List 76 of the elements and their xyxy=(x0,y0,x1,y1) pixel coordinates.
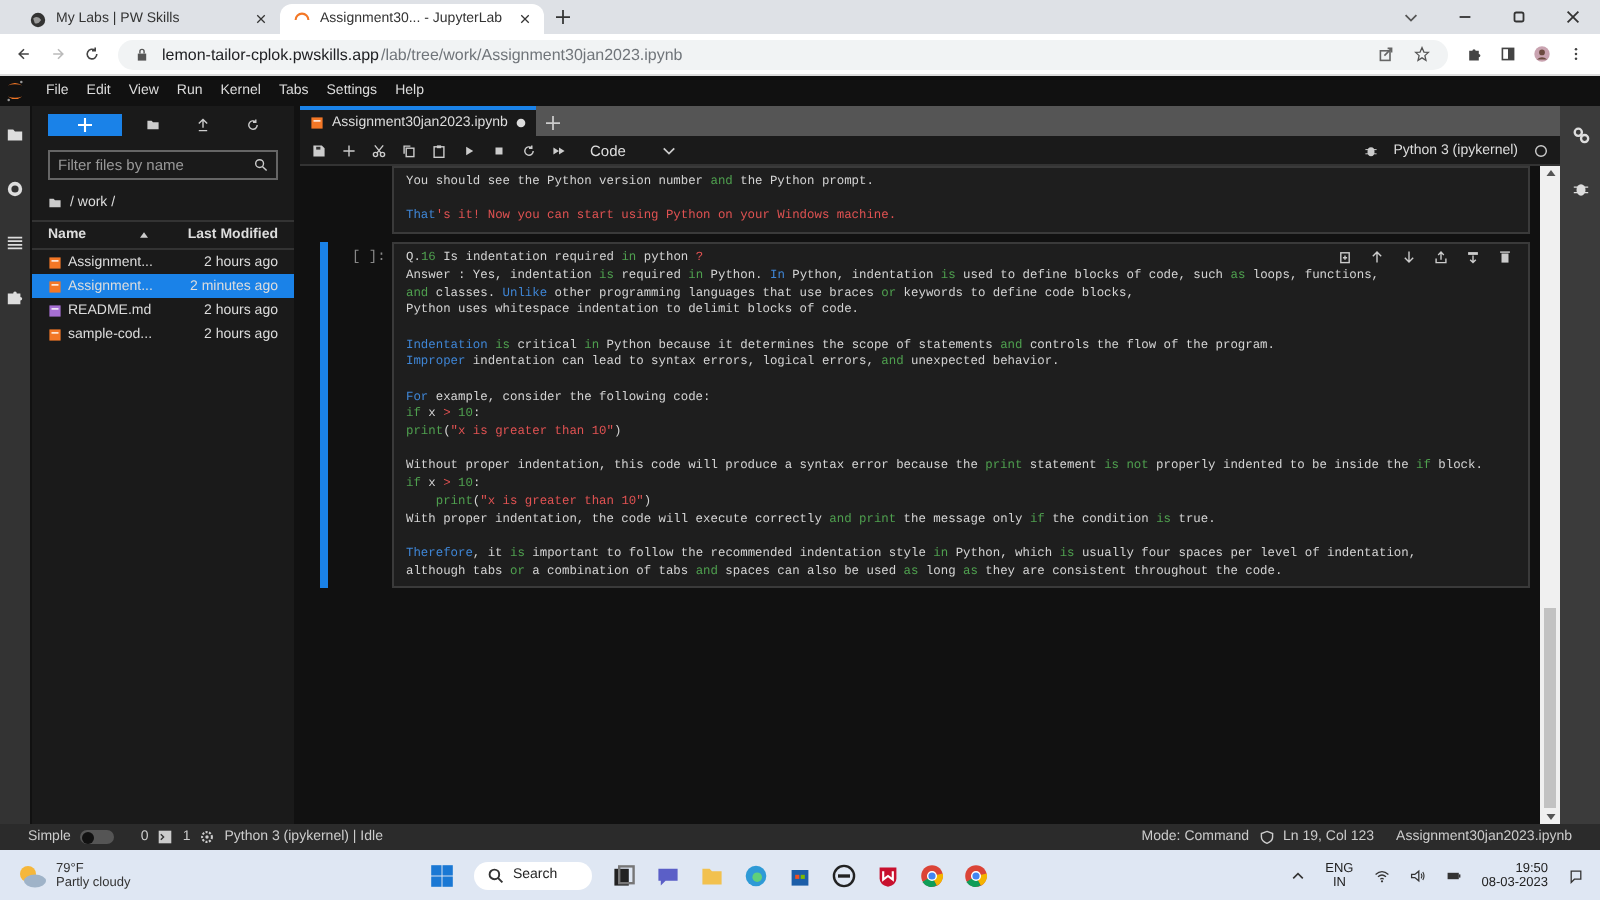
scroll-up-icon[interactable] xyxy=(1545,170,1555,176)
star-icon[interactable] xyxy=(1414,46,1430,62)
scrollbar[interactable] xyxy=(1540,166,1560,824)
speaker-icon[interactable] xyxy=(1409,867,1426,883)
puzzle-icon[interactable] xyxy=(1466,46,1482,62)
save-icon[interactable] xyxy=(312,143,326,157)
gear-icon[interactable] xyxy=(200,830,215,844)
fast-forward-icon[interactable] xyxy=(552,143,566,157)
list-icon[interactable] xyxy=(6,234,24,252)
chat-icon[interactable] xyxy=(656,863,681,887)
back-icon[interactable] xyxy=(16,46,32,62)
copy-icon[interactable] xyxy=(402,143,416,157)
jupyter-logo-icon xyxy=(6,80,24,102)
reload-icon[interactable] xyxy=(84,46,100,62)
refresh-icon[interactable] xyxy=(246,117,260,131)
battery-icon[interactable] xyxy=(1445,867,1462,883)
restart-icon[interactable] xyxy=(522,143,536,157)
chevron-up-icon[interactable] xyxy=(1289,867,1306,883)
plus-icon xyxy=(78,117,92,131)
gears-icon[interactable] xyxy=(1571,126,1589,144)
notebook-file-icon xyxy=(48,279,62,293)
shield-icon[interactable] xyxy=(1259,830,1273,844)
simple-mode-toggle[interactable] xyxy=(80,830,115,844)
stop-icon[interactable] xyxy=(492,143,506,157)
search-icon xyxy=(254,158,268,172)
share-icon[interactable] xyxy=(1378,46,1394,62)
folder-icon[interactable] xyxy=(6,126,24,144)
close-icon[interactable] xyxy=(1564,8,1582,26)
notebook-file-icon xyxy=(48,327,62,341)
new-folder-icon[interactable] xyxy=(146,117,160,131)
add-cell-icon[interactable] xyxy=(342,143,356,157)
chrome-icon[interactable] xyxy=(964,863,989,887)
notification-icon[interactable] xyxy=(1568,867,1584,883)
windows-start-icon[interactable] xyxy=(430,863,455,887)
notebook-file-icon xyxy=(310,116,324,130)
upload-icon[interactable] xyxy=(196,117,210,131)
plus-icon xyxy=(545,116,560,130)
puzzle-icon[interactable] xyxy=(6,288,24,306)
move-up-icon[interactable] xyxy=(1370,250,1384,265)
folder-icon[interactable] xyxy=(48,196,62,210)
paste-icon[interactable] xyxy=(432,143,446,157)
wifi-icon[interactable] xyxy=(1373,867,1390,883)
terminal-icon[interactable] xyxy=(158,830,173,844)
insert-below-icon[interactable] xyxy=(1466,250,1480,265)
close-icon[interactable] xyxy=(520,14,530,24)
bug-icon[interactable] xyxy=(1571,180,1589,198)
unsaved-dot-icon[interactable] xyxy=(515,118,526,128)
kernel-status-icon xyxy=(1534,143,1548,157)
running-icon[interactable] xyxy=(6,180,24,198)
markdown-cell[interactable] xyxy=(392,242,1530,589)
insert-above-icon[interactable] xyxy=(1434,250,1448,265)
address-bar[interactable]: lemon-tailor-cplok.pwskills.app/lab/tree/work/Assignment30jan2023.ipynb xyxy=(118,39,1448,69)
chevron-icon xyxy=(661,145,676,155)
cut-icon[interactable] xyxy=(372,143,386,157)
duplicate-icon[interactable] xyxy=(1338,250,1352,265)
task-view-icon[interactable] xyxy=(612,863,637,887)
bug-icon[interactable] xyxy=(1363,143,1378,157)
lock-icon xyxy=(136,47,148,61)
chrome-icon[interactable] xyxy=(920,863,945,887)
notebook-file-icon xyxy=(48,255,62,269)
run-icon[interactable] xyxy=(462,143,476,157)
new-tab-icon[interactable] xyxy=(556,10,570,24)
maximize-icon[interactable] xyxy=(1510,8,1528,26)
move-down-icon[interactable] xyxy=(1402,250,1416,265)
markdown-file-icon xyxy=(48,303,62,317)
avatar-icon[interactable] xyxy=(1534,46,1550,62)
new-launcher-button[interactable] xyxy=(48,113,122,135)
sort-caret-icon xyxy=(139,232,148,238)
shield-app-icon[interactable] xyxy=(876,863,901,887)
circle-logo-icon[interactable] xyxy=(832,863,857,887)
scroll-down-icon[interactable] xyxy=(1545,814,1555,820)
globe-icon xyxy=(30,11,46,27)
close-icon[interactable] xyxy=(256,14,266,24)
search-icon xyxy=(488,867,505,883)
delete-icon[interactable] xyxy=(1498,250,1512,265)
side-panel-icon[interactable] xyxy=(1500,46,1516,62)
